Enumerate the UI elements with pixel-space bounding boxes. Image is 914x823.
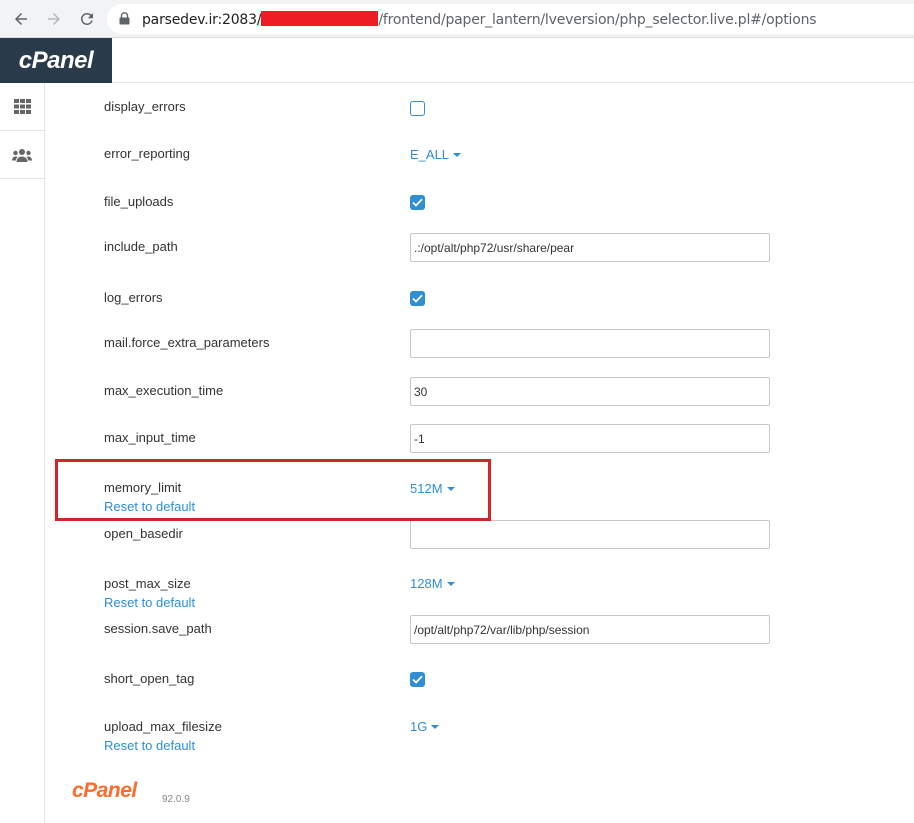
back-button[interactable]	[9, 7, 33, 31]
grid-icon	[13, 99, 31, 114]
max-input-time-input[interactable]	[410, 424, 770, 453]
check-icon	[412, 294, 423, 303]
check-icon	[412, 198, 423, 207]
session-save-path-input[interactable]	[410, 615, 770, 644]
open-basedir-input[interactable]	[410, 520, 770, 549]
reload-button[interactable]	[75, 7, 99, 31]
url-host: parsedev.ir:2083/	[142, 12, 262, 28]
lock-icon	[119, 12, 130, 25]
post-max-size-reset-link[interactable]: Reset to default	[104, 595, 195, 610]
option-label-memory-limit: memory_limit	[104, 480, 182, 495]
option-label-post-max-size: post_max_size	[104, 576, 191, 591]
file-uploads-checkbox[interactable]	[410, 195, 425, 210]
option-label-log-errors: log_errors	[104, 290, 163, 305]
footer-cpanel-logo: cPanel	[72, 779, 137, 802]
arrow-left-icon	[15, 13, 27, 25]
option-label-include-path: include_path	[104, 239, 178, 254]
option-label-max-execution-time: max_execution_time	[104, 383, 224, 398]
mail-force-extra-parameters-input[interactable]	[410, 329, 770, 358]
arrow-right-icon	[48, 13, 60, 25]
check-icon	[412, 675, 423, 684]
option-label-upload-max-filesize: upload_max_filesize	[104, 719, 222, 734]
post-max-size-value: 128M	[410, 576, 443, 591]
max-execution-time-input[interactable]	[410, 377, 770, 406]
error-reporting-value: E_ALL	[410, 147, 450, 162]
display-errors-checkbox[interactable]	[410, 101, 425, 116]
cpanel-logo-link[interactable]: cPanel	[0, 38, 112, 83]
sidebar	[0, 83, 45, 823]
option-label-error-reporting: error_reporting	[104, 146, 190, 161]
upload-max-filesize-dropdown[interactable]: 1G	[410, 719, 440, 734]
cpanel-logo: cPanel	[18, 46, 94, 74]
url-redaction	[261, 11, 379, 26]
memory-limit-reset-link[interactable]: Reset to default	[104, 499, 195, 514]
forward-button[interactable]	[42, 7, 66, 31]
sidebar-item-home[interactable]	[0, 83, 44, 131]
browser-toolbar: parsedev.ir:2083/ /frontend/paper_lantern…	[0, 0, 914, 38]
option-label-display-errors: display_errors	[104, 99, 186, 114]
option-label-short-open-tag: short_open_tag	[104, 671, 195, 686]
upload-max-filesize-value: 1G	[410, 719, 428, 734]
address-bar[interactable]: parsedev.ir:2083/ /frontend/paper_lantern…	[107, 4, 914, 34]
users-icon	[12, 148, 32, 162]
caret-down-icon	[446, 487, 455, 491]
error-reporting-dropdown[interactable]: E_ALL	[410, 147, 462, 162]
log-errors-checkbox[interactable]	[410, 291, 425, 306]
option-label-max-input-time: max_input_time	[104, 430, 196, 445]
caret-down-icon	[446, 582, 455, 586]
memory-limit-dropdown[interactable]: 512M	[410, 481, 455, 496]
sidebar-item-users[interactable]	[0, 131, 44, 179]
memory-limit-value: 512M	[410, 481, 443, 496]
url-text: parsedev.ir:2083/ /frontend/paper_lantern…	[142, 11, 817, 28]
option-label-mail-force-extra-parameters: mail.force_extra_parameters	[104, 335, 270, 350]
option-label-session-save-path: session.save_path	[104, 621, 212, 636]
short-open-tag-checkbox[interactable]	[410, 672, 425, 687]
reload-icon	[80, 12, 93, 25]
footer-version: 92.0.9	[162, 794, 190, 805]
caret-down-icon	[431, 725, 440, 729]
post-max-size-dropdown[interactable]: 128M	[410, 576, 455, 591]
include-path-input[interactable]	[410, 233, 770, 262]
cpanel-header: cPanel	[0, 38, 914, 83]
caret-down-icon	[453, 153, 462, 157]
upload-max-filesize-reset-link[interactable]: Reset to default	[104, 738, 195, 753]
option-label-file-uploads: file_uploads	[104, 194, 174, 209]
url-path: /frontend/paper_lantern/lveversion/php_s…	[378, 12, 817, 28]
option-label-open-basedir: open_basedir	[104, 526, 183, 541]
